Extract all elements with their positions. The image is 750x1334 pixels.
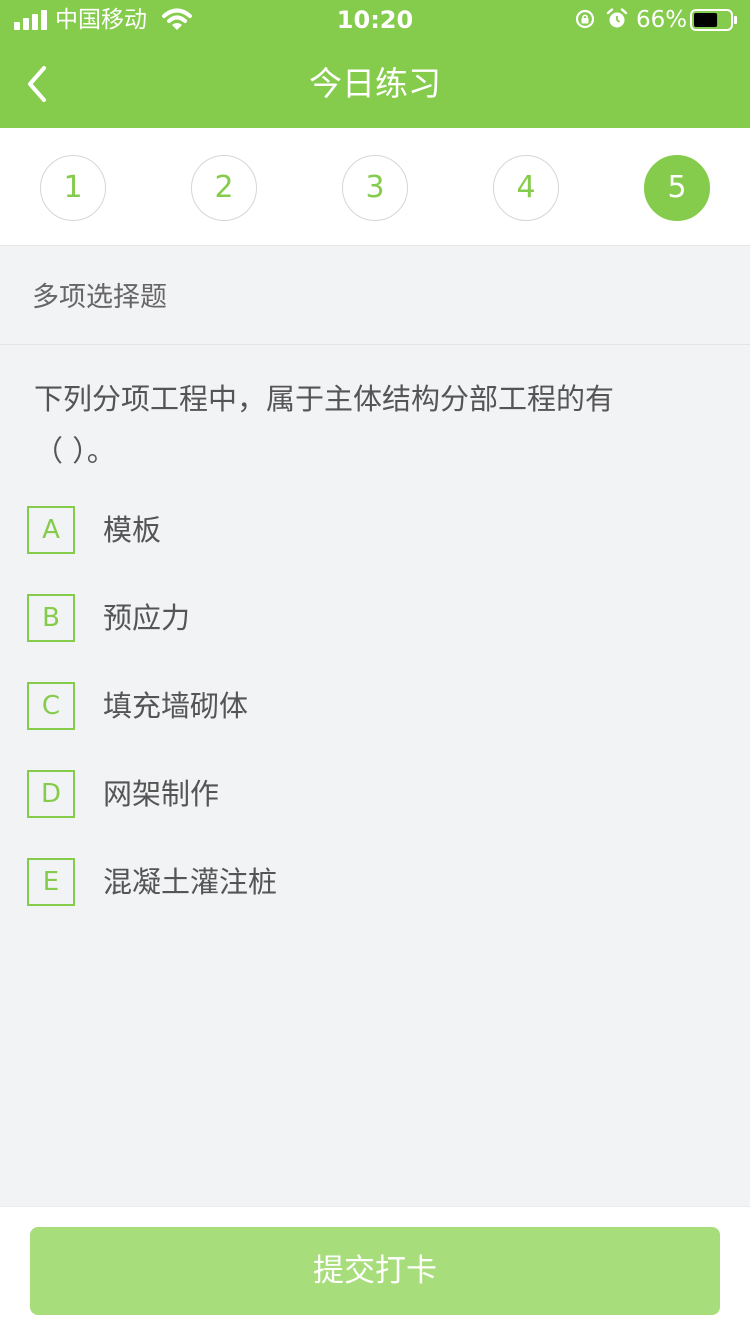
page-title: 今日练习 — [309, 64, 441, 103]
question-text-line-1: 下列分项工程中，属于主体结构分部工程的有 — [34, 382, 615, 416]
footer: 提交打卡 — [0, 1206, 750, 1334]
question-text: 下列分项工程中，属于主体结构分部工程的有 （ ）。 — [34, 373, 674, 477]
question-tab-1[interactable]: 1 — [40, 155, 106, 221]
option-key-box[interactable]: C — [27, 682, 75, 730]
question-tab-3[interactable]: 3 — [342, 155, 408, 221]
question-text-line-2: （ ）。 — [34, 434, 116, 468]
question-tab-4[interactable]: 4 — [493, 155, 559, 221]
question-type: 多项选择题 — [32, 282, 167, 313]
status-bar: 中国移动 10:20 66% — [0, 0, 750, 40]
option-b[interactable]: B 预应力 — [27, 594, 667, 642]
option-c[interactable]: C 填充墙砌体 — [27, 682, 667, 730]
option-a[interactable]: A 模板 — [27, 506, 667, 554]
battery-icon — [690, 9, 737, 31]
question-type-bar: 多项选择题 — [0, 247, 750, 345]
option-text[interactable]: 填充墙砌体 — [103, 686, 248, 726]
option-text[interactable]: 混凝土灌注桩 — [103, 862, 277, 902]
alarm-icon — [606, 8, 628, 28]
option-key-box[interactable]: E — [27, 858, 75, 906]
option-text[interactable]: 模板 — [103, 510, 161, 550]
battery-percentage: 66% — [636, 7, 688, 33]
option-d[interactable]: D 网架制作 — [27, 770, 667, 818]
practice-page: 中国移动 10:20 66% 今日练习 1 2 3 4 5 多项选择题 下列分项… — [0, 0, 750, 1334]
question-tab-5[interactable]: 5 — [644, 155, 710, 221]
option-text[interactable]: 预应力 — [103, 598, 190, 638]
question-tab-2[interactable]: 2 — [191, 155, 257, 221]
question-selector: 1 2 3 4 5 — [0, 128, 750, 246]
option-e[interactable]: E 混凝土灌注桩 — [27, 858, 667, 906]
orientation-lock-icon — [575, 9, 595, 29]
option-key-box[interactable]: D — [27, 770, 75, 818]
top-bar: 中国移动 10:20 66% 今日练习 — [0, 0, 750, 128]
option-text[interactable]: 网架制作 — [103, 774, 219, 814]
submit-checkin-button[interactable]: 提交打卡 — [30, 1227, 720, 1315]
nav-bar: 今日练习 — [0, 44, 750, 124]
option-key-box[interactable]: A — [27, 506, 75, 554]
option-key-box[interactable]: B — [27, 594, 75, 642]
